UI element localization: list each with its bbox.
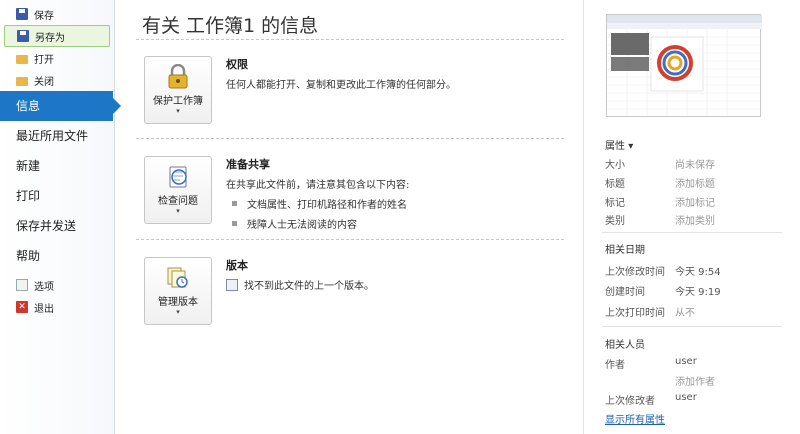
manage-versions-label: 管理版本 bbox=[158, 297, 198, 308]
related-people-header: 相关人员 bbox=[605, 340, 645, 351]
nav-close[interactable]: 关闭 bbox=[0, 69, 114, 91]
exit-icon: ✕ bbox=[16, 301, 28, 313]
nav-recent[interactable]: 最近所用文件 bbox=[0, 121, 114, 151]
add-author-field[interactable]: 添加作者 bbox=[675, 373, 715, 388]
nav-save-as-label: 另存为 bbox=[35, 32, 65, 44]
options-icon bbox=[16, 279, 28, 291]
save-as-icon bbox=[17, 30, 29, 42]
nav-open-label: 打开 bbox=[34, 54, 54, 66]
prepare-sharing-description: 在共享此文件前，请注意其包含以下内容: bbox=[226, 180, 410, 191]
nav-options[interactable]: 选项 bbox=[0, 274, 114, 296]
divider bbox=[602, 232, 782, 233]
manage-versions-button[interactable]: 管理版本 ▾ bbox=[144, 257, 212, 325]
backstage-nav: 保存 另存为 打开 关闭 信息 最近所用文件 新建 打印 保存并发送 帮助 选项… bbox=[0, 0, 121, 434]
versions-description: 找不到此文件的上一个版本。 bbox=[244, 281, 374, 292]
divider bbox=[136, 39, 564, 40]
properties-header[interactable]: 属性 ▾ bbox=[605, 137, 633, 152]
tags-field[interactable]: 添加标记 bbox=[675, 194, 715, 209]
info-main: 有关 工作簿1 的信息 保护工作簿 ▾ 权限 任何人都能打开、复制和更改此工作簿… bbox=[116, 0, 582, 434]
nav-new[interactable]: 新建 bbox=[0, 151, 114, 181]
divider bbox=[136, 239, 564, 240]
nav-exit-label: 退出 bbox=[34, 303, 54, 315]
close-folder-icon bbox=[16, 76, 28, 86]
versions-description-row: 找不到此文件的上一个版本。 bbox=[226, 277, 566, 292]
nav-help[interactable]: 帮助 bbox=[0, 241, 114, 271]
nav-open[interactable]: 打开 bbox=[0, 47, 114, 69]
lock-key-icon bbox=[165, 63, 191, 90]
list-item: 文档属性、打印机路径和作者的姓名 bbox=[226, 196, 566, 211]
related-dates-header: 相关日期 bbox=[605, 245, 645, 256]
nav-save-as[interactable]: 另存为 bbox=[4, 25, 110, 47]
nav-info[interactable]: 信息 bbox=[0, 91, 121, 121]
bullet-text: 残障人士无法阅读的内容 bbox=[247, 220, 357, 231]
protect-workbook-button[interactable]: 保护工作簿 ▾ bbox=[144, 56, 212, 124]
check-issues-label: 检查问题 bbox=[158, 196, 198, 207]
category-field[interactable]: 添加类别 bbox=[675, 212, 715, 227]
bullet-icon bbox=[232, 201, 237, 206]
save-icon bbox=[16, 8, 28, 20]
open-folder-icon bbox=[16, 54, 28, 64]
permissions-description: 任何人都能打开、复制和更改此工作簿的任何部分。 bbox=[226, 80, 456, 91]
protect-workbook-label: 保护工作簿 bbox=[153, 96, 203, 107]
dropdown-arrow-icon: ▾ bbox=[628, 141, 634, 152]
nav-save-label: 保存 bbox=[34, 10, 54, 22]
page-title: 有关 工作簿1 的信息 bbox=[142, 15, 319, 37]
nav-options-label: 选项 bbox=[34, 281, 54, 293]
document-thumbnail bbox=[606, 14, 762, 118]
divider bbox=[136, 138, 564, 139]
show-all-properties-link[interactable]: 显示所有属性 bbox=[605, 411, 665, 426]
permissions-title: 权限 bbox=[226, 58, 248, 71]
nav-close-label: 关闭 bbox=[34, 76, 54, 88]
title-field[interactable]: 添加标题 bbox=[675, 175, 715, 190]
bullet-icon bbox=[232, 221, 237, 226]
divider bbox=[602, 326, 782, 327]
nav-save[interactable]: 保存 bbox=[0, 3, 114, 25]
nav-exit[interactable]: ✕ 退出 bbox=[0, 296, 114, 318]
document-clock-icon bbox=[226, 278, 238, 291]
nav-save-send[interactable]: 保存并发送 bbox=[0, 211, 114, 241]
document-check-icon bbox=[165, 164, 191, 190]
list-item: 残障人士无法阅读的内容 bbox=[226, 216, 566, 231]
properties-panel: 属性 ▾ 大小 尚未保存 标题 添加标题 标记 添加标记 类别 添加类别 相关日期 上次… bbox=[583, 0, 800, 434]
prepare-sharing-title: 准备共享 bbox=[226, 158, 270, 171]
dropdown-arrow-icon: ▾ bbox=[176, 207, 180, 215]
versions-icon bbox=[165, 265, 191, 291]
bullet-text: 文档属性、打印机路径和作者的姓名 bbox=[247, 200, 407, 211]
nav-print[interactable]: 打印 bbox=[0, 181, 114, 211]
dropdown-arrow-icon: ▾ bbox=[176, 308, 180, 316]
check-issues-button[interactable]: 检查问题 ▾ bbox=[144, 156, 212, 224]
versions-title: 版本 bbox=[226, 259, 248, 272]
dropdown-arrow-icon: ▾ bbox=[176, 107, 180, 115]
